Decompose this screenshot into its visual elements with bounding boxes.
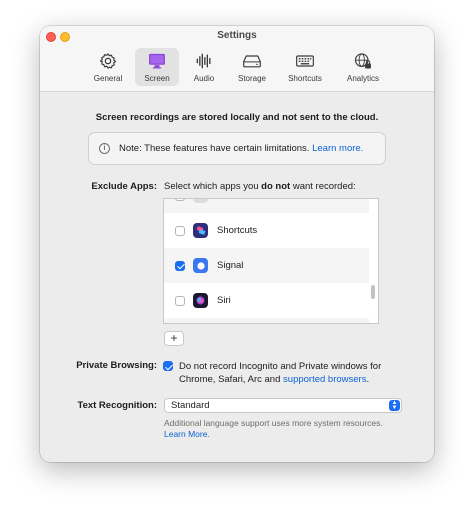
text-recognition-value: Standard	[171, 400, 210, 411]
info-text: Note: These features have certain limita…	[119, 143, 310, 154]
exclude-desc-before: Select which apps you	[164, 181, 262, 192]
list-item-siri[interactable]: Siri	[164, 283, 369, 318]
signal-checkbox[interactable]	[175, 260, 185, 271]
monitor-icon	[149, 53, 165, 69]
text-recognition-learn-more-link[interactable]: Learn More.	[164, 429, 210, 439]
add-app-button[interactable]: +	[164, 331, 184, 346]
list-item-partial	[164, 199, 369, 213]
text-recognition-help-text: Additional language support uses more sy…	[164, 418, 383, 428]
tab-storage-label: Storage	[237, 74, 267, 83]
tab-general[interactable]: General	[86, 48, 130, 86]
signal-app-icon	[193, 258, 208, 273]
private-browsing-toggle[interactable]	[163, 361, 173, 371]
waveform-icon	[196, 53, 211, 69]
shortcuts-glyph-icon	[196, 225, 205, 235]
shortcuts-app-icon	[193, 223, 208, 238]
tab-shortcuts[interactable]: Shortcuts	[283, 48, 327, 86]
drive-icon	[243, 55, 261, 68]
window-title: Settings	[217, 30, 257, 41]
tab-general-label: General	[93, 74, 123, 83]
list-item-signal[interactable]: Signal	[164, 248, 369, 283]
list-scrollbar[interactable]	[371, 285, 375, 299]
tab-audio-label: Audio	[193, 74, 215, 83]
gear-icon	[99, 53, 117, 69]
app-icon-partial	[193, 199, 208, 203]
chevron-updown-icon: ▲ ▼	[389, 400, 400, 411]
tab-analytics-label: Analytics	[346, 74, 379, 83]
text-recognition-help: Additional language support uses more sy…	[164, 418, 414, 440]
shortcuts-app-name: Shortcuts	[217, 225, 258, 236]
private-browsing-suffix: .	[366, 374, 370, 385]
tab-shortcuts-label: Shortcuts	[288, 74, 322, 83]
siri-orb-icon	[196, 296, 205, 305]
settings-window: Settings General Screen Audio Storage Sh…	[40, 26, 434, 462]
tab-analytics[interactable]: Analytics	[341, 48, 385, 86]
text-recognition-select[interactable]: Standard ▲ ▼	[164, 398, 402, 413]
toolbar: Settings General Screen Audio Storage Sh…	[40, 26, 434, 92]
info-callout: i Note: These features have certain limi…	[88, 132, 386, 165]
siri-checkbox[interactable]	[175, 295, 185, 306]
text-recognition-label: Text Recognition:	[77, 400, 157, 411]
list-item-partial-bottom	[164, 318, 369, 323]
keyboard-icon	[296, 55, 314, 67]
privacy-notice: Screen recordings are stored locally and…	[95, 112, 379, 123]
exclude-desc-after: want recorded:	[290, 181, 356, 192]
list-item-shortcuts[interactable]: Shortcuts	[164, 213, 369, 248]
private-browsing-checkbox[interactable]	[163, 361, 173, 371]
private-browsing-description: Do not record Incognito and Private wind…	[179, 360, 409, 386]
signal-bubble-icon	[196, 261, 205, 270]
learn-more-link[interactable]: Learn more.	[312, 143, 363, 154]
signal-app-name: Signal	[217, 260, 244, 271]
exclude-apps-label: Exclude Apps:	[91, 181, 157, 192]
app-list[interactable]: Shortcuts Signal Siri	[163, 198, 379, 324]
info-icon: i	[99, 143, 110, 154]
shortcuts-checkbox[interactable]	[175, 225, 185, 236]
private-browsing-label: Private Browsing:	[76, 360, 157, 371]
supported-browsers-link[interactable]: supported browsers	[283, 374, 366, 385]
exclude-apps-description: Select which apps you do not want record…	[164, 181, 356, 192]
tab-screen-label: Screen	[144, 74, 170, 83]
siri-app-icon	[193, 293, 208, 308]
exclude-desc-bold: do not	[261, 181, 291, 192]
siri-app-name: Siri	[217, 295, 231, 306]
globe-lock-icon	[354, 53, 371, 69]
tab-screen[interactable]: Screen	[135, 48, 179, 86]
tab-storage[interactable]: Storage	[230, 48, 274, 86]
app-checkbox[interactable]	[175, 199, 185, 201]
tab-audio[interactable]: Audio	[182, 48, 226, 86]
